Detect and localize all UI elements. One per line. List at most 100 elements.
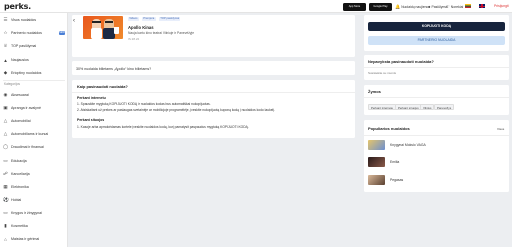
sidebar-category[interactable]: ◉ Aksesuarai xyxy=(3,91,29,99)
book-icon: ▭ xyxy=(3,210,8,215)
sidebar-category[interactable]: ▭ Knygos ir žinygynai xyxy=(3,209,42,217)
sidebar-item-exclusive[interactable]: ◆ Erioptiny nuolaidos xyxy=(3,69,42,77)
sidebar-category-label: Knygos ir žinygynai xyxy=(11,211,42,215)
logo[interactable]: perks. xyxy=(4,2,31,11)
deal-date: IS 28.22 xyxy=(128,37,140,41)
sidebar-section-title: Kategorijos xyxy=(4,82,20,86)
popular-item-image[interactable] xyxy=(368,157,385,167)
app-store-badge[interactable]: App Store xyxy=(343,3,366,11)
popular-item-name[interactable]: Knygynai Mokslo VAGA xyxy=(390,143,426,147)
ball-icon: ⚽ xyxy=(3,197,9,202)
store-title: Perkant situojos xyxy=(77,118,105,122)
heart-icon: ♡ xyxy=(446,4,450,9)
sidebar-category-label: Automobiliams ir kursai xyxy=(11,132,49,136)
divider xyxy=(72,92,355,93)
top-nav-notifications[interactable]: 🔔 Nuolaidų naujienos xyxy=(395,4,430,10)
copy-code-button[interactable]: KOPIJUOTI KODĄ xyxy=(368,22,505,31)
actions-panel xyxy=(364,15,509,51)
top-nav-favourites[interactable]: ♡ Norekiai xyxy=(446,4,463,9)
sidebar-item-partner[interactable]: ☆ Partnerio nuolaidos xyxy=(3,29,42,37)
tag-chip[interactable]: Panevėžys xyxy=(434,104,455,110)
new-badge: NEW xyxy=(59,31,65,35)
partner-offer-button[interactable]: PARTNERIO NUOLAIDA xyxy=(368,36,505,45)
sidebar-category-label: Automobiliai xyxy=(11,119,31,123)
tags-heading: Žymos xyxy=(368,89,381,94)
online-title: Perkant internetu xyxy=(77,96,106,100)
sidebar-category-label: Maistas ir gėrimai xyxy=(11,237,40,241)
chip-icon: ▦ xyxy=(3,184,8,189)
top-nav-label: Nuolaidų naujienos xyxy=(401,5,431,9)
shirt-icon: ◉ xyxy=(3,92,8,97)
popular-heading: Populiarios nuolaidos xyxy=(368,126,410,131)
home-icon: ⌂ xyxy=(4,236,7,242)
sidebar-item-label: TOP pasiūlymai xyxy=(11,44,37,48)
sidebar-category-label: Hobiai xyxy=(11,198,22,202)
lipstick-icon: ▮ xyxy=(4,223,7,228)
online-step: 1. Spauskite mygtuką KOPIJUOTI KODĄ ir n… xyxy=(77,102,211,106)
car-icon: △ xyxy=(3,131,8,136)
sidebar-category-label: Kanceliarija xyxy=(11,172,30,176)
top-nav-label: Norekiai xyxy=(450,4,464,9)
divider xyxy=(364,135,509,136)
trophy-icon: ♕ xyxy=(3,43,8,48)
sidebar-item-label: Visos nuolaidos xyxy=(11,18,37,22)
deal-tag[interactable]: Videos xyxy=(128,17,139,21)
car-icon: △ xyxy=(3,118,8,123)
popular-item-image[interactable] xyxy=(368,140,385,150)
sidebar-category[interactable]: △ Automobiliams ir kursai xyxy=(3,130,48,138)
sidebar-category[interactable]: ⚽ Hobiai xyxy=(3,196,21,204)
deal-title: Apollo Kinas xyxy=(128,25,154,30)
sidebar-category[interactable]: ☍ Kanceliarija xyxy=(3,170,30,178)
sidebar-category[interactable]: △ Automobiliai xyxy=(3,117,31,125)
sidebar-item-all[interactable]: ☰ Visos nuolaidos xyxy=(3,16,36,24)
popular-item-name[interactable]: Pegasas xyxy=(390,178,403,182)
popular-item-name[interactable]: Emilia xyxy=(390,160,399,164)
sidebar-category-label: Elektronika xyxy=(11,185,29,189)
sidebar-item-newest[interactable]: ▲ Naujausios xyxy=(3,56,29,64)
tag-chip[interactable]: Vilnius xyxy=(420,104,435,110)
star-icon: ☆ xyxy=(3,30,8,35)
sidebar-category[interactable]: ▭ Edukacija xyxy=(3,157,26,165)
tag-icon: ● xyxy=(428,4,431,9)
store-step: 1. Kasoje arba apmokėdamas kortele įvesk… xyxy=(77,125,249,129)
divider xyxy=(364,97,509,98)
lithuanian-flag-icon[interactable] xyxy=(465,4,471,8)
bell-icon: 🔔 xyxy=(395,4,401,9)
flame-icon: ▲ xyxy=(3,57,8,63)
how-to-heading: Kaip pasinaudoti nuolaida? xyxy=(77,84,128,89)
tag-chip[interactable]: Perkant siruojus xyxy=(395,104,422,110)
unused-heading: Nepavyksta pasinaudoti nuolaida? xyxy=(368,59,434,64)
bag-icon: ▣ xyxy=(3,105,8,110)
sidebar-category[interactable]: ⌂ Maistas ir gėrimai xyxy=(3,235,39,243)
promo-text: 30% nuolaida bilietams „Ąpollo“ kino bil… xyxy=(76,67,152,71)
sidebar-category[interactable]: ▦ Elektronika xyxy=(3,183,29,191)
popular-item-image[interactable] xyxy=(368,175,385,185)
sidebar-item-label: Naujausios xyxy=(11,58,29,62)
tag-chip[interactable]: Perkant internete xyxy=(368,104,397,110)
deal-tag[interactable]: TOP pasiūlymai xyxy=(159,17,181,21)
sidebar-divider xyxy=(3,80,65,81)
sidebar-category-label: Apranga ir avalynė xyxy=(11,106,41,110)
sidebar-category[interactable]: ▣ Apranga ir avalynė xyxy=(3,104,41,112)
top-nav-offers[interactable]: ● Pasiūlymai xyxy=(428,4,448,9)
list-icon: ☰ xyxy=(3,17,8,22)
sidebar-category[interactable]: ◯ Draudimai ir finansai xyxy=(3,143,44,151)
shield-icon: ◯ xyxy=(3,144,9,149)
sidebar-item-top[interactable]: ♕ TOP pasiūlymai xyxy=(3,42,36,50)
divider xyxy=(364,67,509,68)
google-play-badge[interactable]: Google Play xyxy=(369,3,392,11)
sidebar-category-label: Draudimai ir finansai xyxy=(11,145,44,149)
paperclip-icon: ☍ xyxy=(3,171,8,176)
sidebar-category[interactable]: ▮ Kosmetika xyxy=(3,222,28,230)
contact-link[interactable]: Susisiekite su mumis xyxy=(368,71,396,75)
view-all-link[interactable]: Visos xyxy=(497,127,504,131)
tag-icon: ◆ xyxy=(3,70,8,75)
deal-tag[interactable]: Premjera xyxy=(142,17,156,21)
english-flag-icon[interactable] xyxy=(479,4,485,8)
book-icon: ▭ xyxy=(3,158,8,163)
online-step: 2. Atsiskaitant už prekes ar paslaugas s… xyxy=(77,108,275,112)
login-link[interactable]: Prisijungti xyxy=(494,4,509,8)
deal-image xyxy=(83,16,123,39)
back-arrow-icon[interactable]: ‹ xyxy=(73,18,75,24)
sidebar-category-label: Aksesuarai xyxy=(11,93,29,97)
